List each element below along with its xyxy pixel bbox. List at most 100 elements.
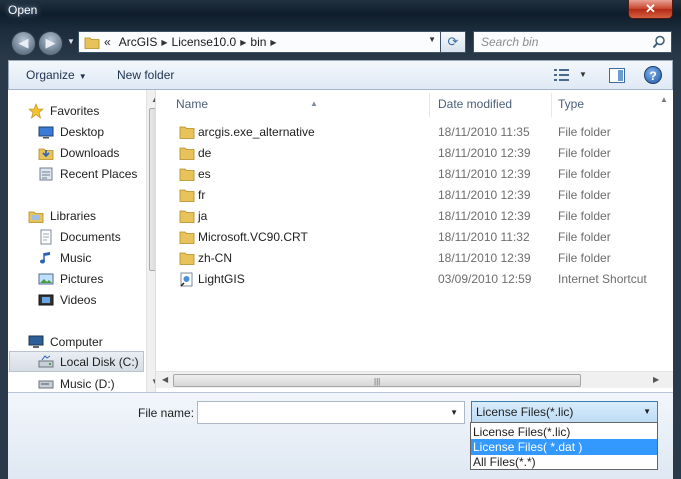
preview-pane-icon[interactable] xyxy=(609,68,625,83)
drive-icon xyxy=(38,376,54,392)
file-date: 18/11/2010 12:39 xyxy=(438,209,531,223)
file-name: arcgis.exe_alternative xyxy=(198,125,315,139)
organize-button[interactable]: Organize ▼ xyxy=(26,68,87,82)
close-button[interactable]: ✕ xyxy=(628,0,673,19)
views-dropdown-icon[interactable]: ▼ xyxy=(579,70,587,79)
nav-item-desktop[interactable]: Desktop xyxy=(38,121,155,142)
nav-label: Downloads xyxy=(60,145,120,160)
file-name: zh-CN xyxy=(198,251,233,265)
breadcrumb-overflow[interactable]: « xyxy=(100,35,115,49)
file-name: LightGIS xyxy=(198,272,245,286)
nav-item-local-disk[interactable]: Local Disk (C:) xyxy=(9,351,144,372)
folder-icon xyxy=(179,209,195,223)
computer-icon xyxy=(28,334,44,350)
file-type-option[interactable]: All Files(*.*) xyxy=(471,454,657,470)
scroll-thumb[interactable]: ||| xyxy=(173,374,581,387)
file-row[interactable]: Microsoft.VC90.CRT 18/11/2010 11:32 File… xyxy=(170,227,670,248)
file-type: File folder xyxy=(558,125,611,139)
scroll-thumb[interactable] xyxy=(149,108,155,271)
file-date: 03/09/2010 12:59 xyxy=(438,272,532,286)
nav-item-videos[interactable]: Videos xyxy=(38,289,155,310)
views-icon[interactable] xyxy=(554,69,570,81)
folder-icon xyxy=(179,167,195,181)
file-type: File folder xyxy=(558,209,611,223)
file-date: 18/11/2010 12:39 xyxy=(438,251,531,265)
nav-item-music[interactable]: Music xyxy=(38,247,155,268)
back-button[interactable]: ◀ xyxy=(11,31,36,56)
file-type: File folder xyxy=(558,167,611,181)
file-name: ja xyxy=(198,209,208,223)
nav-label: Libraries xyxy=(50,208,97,223)
search-placeholder: Search bin xyxy=(481,35,539,49)
file-type: File folder xyxy=(558,188,611,202)
nav-item-downloads[interactable]: Downloads xyxy=(38,142,155,163)
address-dropdown-icon[interactable]: ▼ xyxy=(428,35,436,44)
file-type: Internet Shortcut xyxy=(558,272,647,286)
star-icon xyxy=(28,102,44,119)
downloads-icon xyxy=(38,145,54,161)
desktop-icon xyxy=(38,124,54,140)
history-dropdown-icon[interactable]: ▼ xyxy=(67,37,75,46)
nav-item-favorites[interactable]: Favorites xyxy=(28,100,155,121)
file-row[interactable]: es 18/11/2010 12:39 File folder xyxy=(170,164,670,185)
nav-scrollbar[interactable]: ▲ ▼ xyxy=(146,90,155,392)
column-header-name[interactable]: ▲ Name xyxy=(170,93,430,117)
nav-item-music-drive[interactable]: Music (D:) xyxy=(38,373,155,392)
file-row[interactable]: de 18/11/2010 12:39 File folder xyxy=(170,143,670,164)
nav-label: Computer xyxy=(50,334,103,349)
folder-icon xyxy=(179,125,195,139)
new-folder-button[interactable]: New folder xyxy=(117,68,174,82)
file-date: 18/11/2010 12:39 xyxy=(438,188,531,202)
nav-item-pictures[interactable]: Pictures xyxy=(38,268,155,289)
chevron-right-icon[interactable]: ▶ xyxy=(270,38,276,47)
column-header-date[interactable]: Date modified xyxy=(432,93,552,117)
file-type-option[interactable]: License Files(*.lic) xyxy=(471,424,657,440)
close-icon: ✕ xyxy=(645,1,656,16)
file-type-select[interactable]: License Files(*.lic) ▼ xyxy=(471,401,658,423)
file-name: de xyxy=(198,146,212,160)
breadcrumb-license[interactable]: License10.0 xyxy=(168,35,241,49)
vertical-scroll-region: ▲ xyxy=(656,90,673,371)
file-name-input[interactable]: ▼ xyxy=(197,401,465,424)
nav-label: Local Disk (C:) xyxy=(60,354,139,369)
refresh-icon: ⟳ xyxy=(447,34,459,49)
search-icon[interactable] xyxy=(652,35,666,49)
breadcrumb-bin[interactable]: bin xyxy=(246,35,270,49)
pictures-icon xyxy=(38,271,54,287)
scroll-up-icon: ▲ xyxy=(660,95,668,104)
command-bar: Organize ▼ New folder ▼ ? xyxy=(8,60,673,90)
scroll-right-icon[interactable]: ▶ xyxy=(653,375,659,384)
nav-item-computer[interactable]: Computer xyxy=(28,331,155,352)
nav-label: Pictures xyxy=(60,271,104,286)
file-type-dropdown-list: License Files(*.lic) License Files( *.da… xyxy=(470,422,658,470)
forward-arrow-icon: ▶ xyxy=(45,35,56,50)
grip-icon: ||| xyxy=(374,377,381,386)
nav-label: Music xyxy=(60,250,92,265)
address-bar[interactable]: « ArcGIS ▶ License10.0 ▶ bin ▶ ▼ xyxy=(78,31,441,53)
scroll-left-icon[interactable]: ◀ xyxy=(162,375,168,384)
help-icon[interactable]: ? xyxy=(644,66,662,84)
nav-item-libraries[interactable]: Libraries xyxy=(28,205,155,226)
file-date: 18/11/2010 12:39 xyxy=(438,146,531,160)
file-row[interactable]: zh-CN 18/11/2010 12:39 File folder xyxy=(170,248,670,269)
libraries-icon xyxy=(28,208,44,224)
forward-button[interactable]: ▶ xyxy=(38,31,63,56)
search-input[interactable]: Search bin xyxy=(473,31,672,53)
nav-item-recent-places[interactable]: Recent Places xyxy=(38,163,155,184)
file-type: File folder xyxy=(558,230,611,244)
folder-icon xyxy=(179,251,195,265)
chevron-down-icon[interactable]: ▼ xyxy=(450,408,458,417)
file-row[interactable]: fr 18/11/2010 12:39 File folder xyxy=(170,185,670,206)
file-list-pane: ▲ Name Date modified Type arcgis.exe_alt… xyxy=(156,90,673,392)
column-header-type[interactable]: Type xyxy=(552,93,672,117)
drive-icon xyxy=(38,354,54,370)
file-type-option[interactable]: License Files( *.dat ) xyxy=(471,439,657,455)
nav-item-documents[interactable]: Documents xyxy=(38,226,155,247)
nav-label: Music (D:) xyxy=(60,376,115,391)
breadcrumb-arcgis[interactable]: ArcGIS xyxy=(115,35,162,49)
file-row[interactable]: arcgis.exe_alternative 18/11/2010 11:35 … xyxy=(170,122,670,143)
file-row[interactable]: LightGIS 03/09/2010 12:59 Internet Short… xyxy=(170,269,670,290)
file-row[interactable]: ja 18/11/2010 12:39 File folder xyxy=(170,206,670,227)
refresh-button[interactable]: ⟳ xyxy=(441,31,466,53)
horizontal-scrollbar[interactable]: ◀ ||| ▶ xyxy=(156,371,673,388)
